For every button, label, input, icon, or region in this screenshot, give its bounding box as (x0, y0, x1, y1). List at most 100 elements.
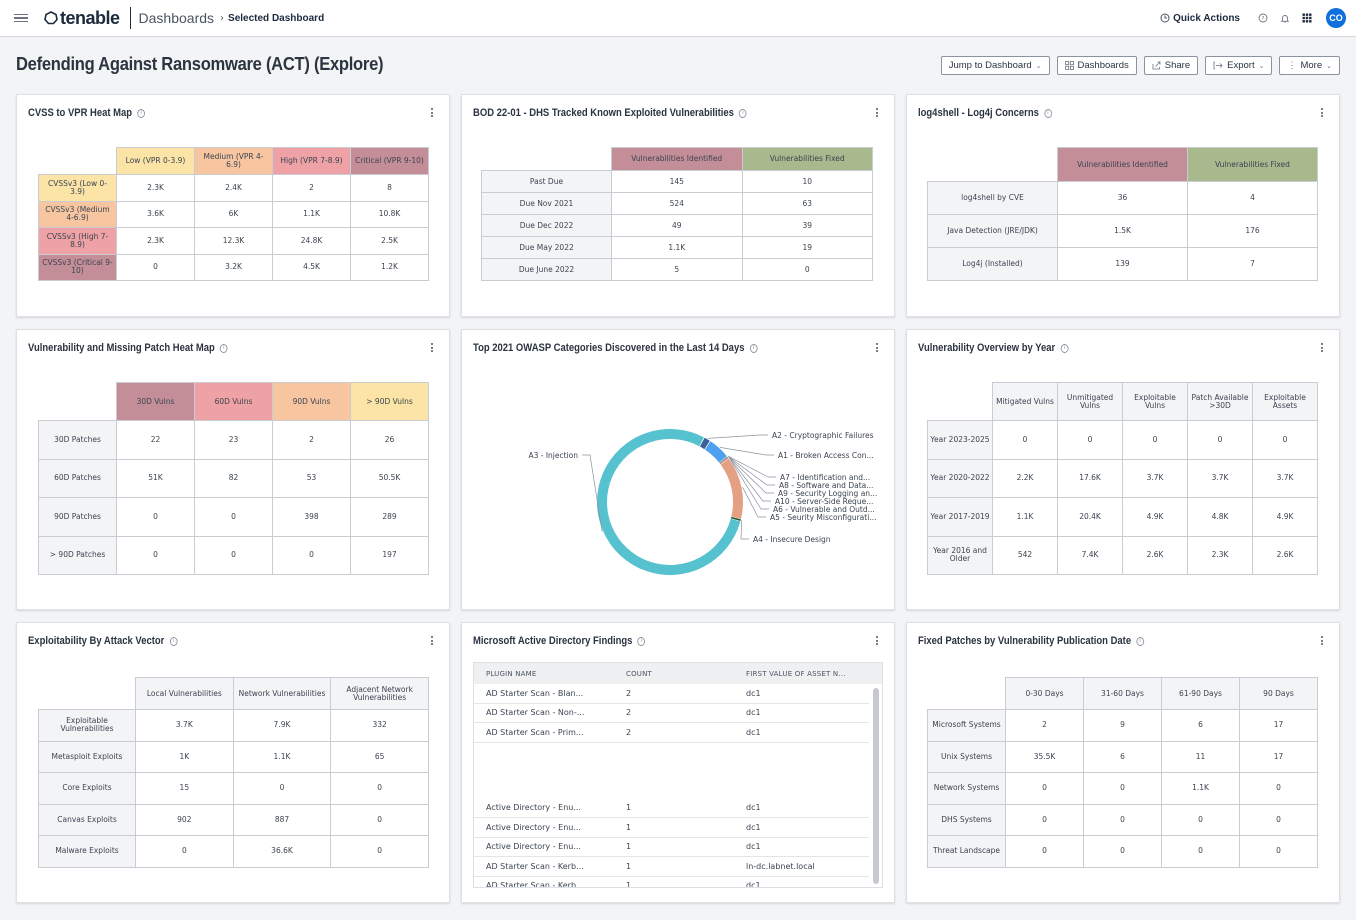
table-cell[interactable]: 1.1K (1161, 772, 1240, 805)
table-cell[interactable]: 0 (1252, 420, 1318, 460)
column-header-count[interactable]: COUNT (614, 670, 734, 678)
info-icon[interactable]: i (1136, 636, 1144, 646)
table-cell[interactable]: 6 (1083, 740, 1162, 773)
table-cell[interactable]: 1.2K (350, 253, 429, 281)
table-cell[interactable]: 82 (194, 458, 273, 498)
table-cell[interactable]: 289 (350, 497, 429, 537)
table-cell[interactable]: 7 (1187, 247, 1318, 281)
table-cell[interactable]: 0 (1083, 835, 1162, 868)
table-cell[interactable]: 0 (1005, 835, 1084, 868)
table-cell[interactable]: 10.8K (350, 200, 429, 228)
info-icon[interactable]: i (137, 108, 145, 118)
widget-menu-icon[interactable] (1319, 343, 1325, 352)
table-cell[interactable]: 1.1K (992, 497, 1058, 537)
table-cell[interactable]: 0 (1161, 803, 1240, 836)
apps-button[interactable] (1296, 7, 1318, 29)
table-cell[interactable]: 0 (194, 497, 273, 537)
widget-menu-icon[interactable] (429, 636, 435, 645)
table-cell[interactable]: 0 (1239, 835, 1318, 868)
table-cell[interactable]: 0 (1083, 772, 1162, 805)
table-cell[interactable]: 0 (1239, 772, 1318, 805)
table-cell[interactable]: 50.5K (350, 458, 429, 498)
table-cell[interactable]: 4.9K (1122, 497, 1188, 537)
table-cell[interactable]: 0 (1057, 420, 1123, 460)
widget-menu-icon[interactable] (1319, 636, 1325, 645)
table-cell[interactable]: 887 (232, 803, 332, 836)
table-cell[interactable]: 19 (741, 236, 873, 259)
table-cell[interactable]: 36 (1057, 181, 1188, 215)
table-cell[interactable]: 4.8K (1187, 497, 1253, 537)
table-cell[interactable]: 0 (135, 835, 234, 868)
tenable-logo[interactable]: tenable (44, 8, 120, 29)
table-cell[interactable]: 0 (116, 497, 195, 537)
table-cell[interactable]: 902 (135, 803, 234, 836)
table-cell[interactable]: 63 (741, 192, 873, 215)
user-avatar[interactable]: CO (1326, 8, 1346, 28)
table-cell[interactable]: 5 (611, 258, 743, 281)
table-cell[interactable]: 7.4K (1057, 535, 1123, 575)
table-cell[interactable]: 2.6K (1252, 535, 1318, 575)
export-button[interactable]: Export ⌄ (1205, 56, 1273, 75)
table-cell[interactable]: 0 (194, 535, 273, 575)
table-cell[interactable]: 7.9K (232, 709, 332, 742)
quick-actions-button[interactable]: Quick Actions (1160, 13, 1240, 24)
info-icon[interactable]: i (1060, 343, 1069, 353)
table-cell[interactable]: 0 (1187, 420, 1253, 460)
table-cell[interactable]: 1K (135, 740, 234, 773)
table-cell[interactable]: 8 (350, 174, 429, 202)
table-cell[interactable]: 0 (1005, 803, 1084, 836)
table-cell[interactable]: 2 (272, 420, 351, 460)
table-cell[interactable]: 53 (272, 458, 351, 498)
table-cell[interactable]: 0 (330, 803, 429, 836)
table-cell[interactable]: 332 (330, 709, 429, 742)
table-cell[interactable]: 65 (330, 740, 429, 773)
table-cell[interactable]: 51K (116, 458, 195, 498)
table-cell[interactable]: 22 (116, 420, 195, 460)
table-cell[interactable]: 2.3K (116, 227, 195, 255)
column-header-plugin-name[interactable]: PLUGIN NAME (474, 670, 614, 678)
info-icon[interactable]: i (637, 636, 646, 646)
table-cell[interactable]: 2.6K (1122, 535, 1188, 575)
table-row[interactable]: Active Directory - Enu... 1 dc1 (474, 838, 869, 857)
table-cell[interactable]: 6 (1161, 709, 1240, 742)
table-cell[interactable]: 139 (1057, 247, 1188, 281)
info-icon[interactable]: i (739, 108, 747, 118)
table-cell[interactable]: 176 (1187, 214, 1318, 248)
table-cell[interactable]: 0 (1005, 772, 1084, 805)
table-cell[interactable]: 17.6K (1057, 458, 1123, 498)
table-cell[interactable]: 4 (1187, 181, 1318, 215)
table-cell[interactable]: 3.7K (135, 709, 234, 742)
table-cell[interactable]: 0 (1161, 835, 1240, 868)
widget-menu-icon[interactable] (429, 343, 435, 352)
table-cell[interactable]: 3.2K (194, 253, 273, 281)
table-cell[interactable]: 2.4K (194, 174, 273, 202)
table-cell[interactable]: 12.3K (194, 227, 273, 255)
table-cell[interactable]: 542 (992, 535, 1058, 575)
table-row[interactable]: Active Directory - Enu... 1 dc1 (474, 818, 869, 838)
table-cell[interactable]: 26 (350, 420, 429, 460)
table-cell[interactable]: 1.1K (611, 236, 743, 259)
table-cell[interactable]: 2.5K (350, 227, 429, 255)
table-cell[interactable]: 0 (232, 772, 332, 805)
table-cell[interactable]: 0 (1239, 803, 1318, 836)
widget-menu-icon[interactable] (874, 108, 880, 117)
table-cell[interactable]: 0 (116, 253, 195, 281)
table-cell[interactable]: 398 (272, 497, 351, 537)
table-cell[interactable]: 2 (272, 174, 351, 202)
table-cell[interactable]: 2 (1005, 709, 1084, 742)
table-cell[interactable]: 524 (611, 192, 743, 215)
table-row[interactable]: AD Starter Scan - Kerb... 1 ln-dc.labnet.l… (474, 857, 869, 877)
table-cell[interactable]: 1.1K (272, 200, 351, 228)
widget-menu-icon[interactable] (1319, 108, 1325, 117)
table-cell[interactable]: 2.2K (992, 458, 1058, 498)
table-cell[interactable]: 35.5K (1005, 740, 1084, 773)
table-cell[interactable]: 0 (1083, 803, 1162, 836)
table-cell[interactable]: 3.7K (1122, 458, 1188, 498)
table-cell[interactable]: 1.1K (232, 740, 332, 773)
table-row[interactable]: AD Starter Scan - Blan... 2 dc1 (474, 684, 869, 704)
table-cell[interactable]: 15 (135, 772, 234, 805)
table-cell[interactable]: 24.8K (272, 227, 351, 255)
table-cell[interactable]: 145 (611, 170, 743, 193)
table-cell[interactable]: 0 (741, 258, 873, 281)
table-cell[interactable]: 4.9K (1252, 497, 1318, 537)
